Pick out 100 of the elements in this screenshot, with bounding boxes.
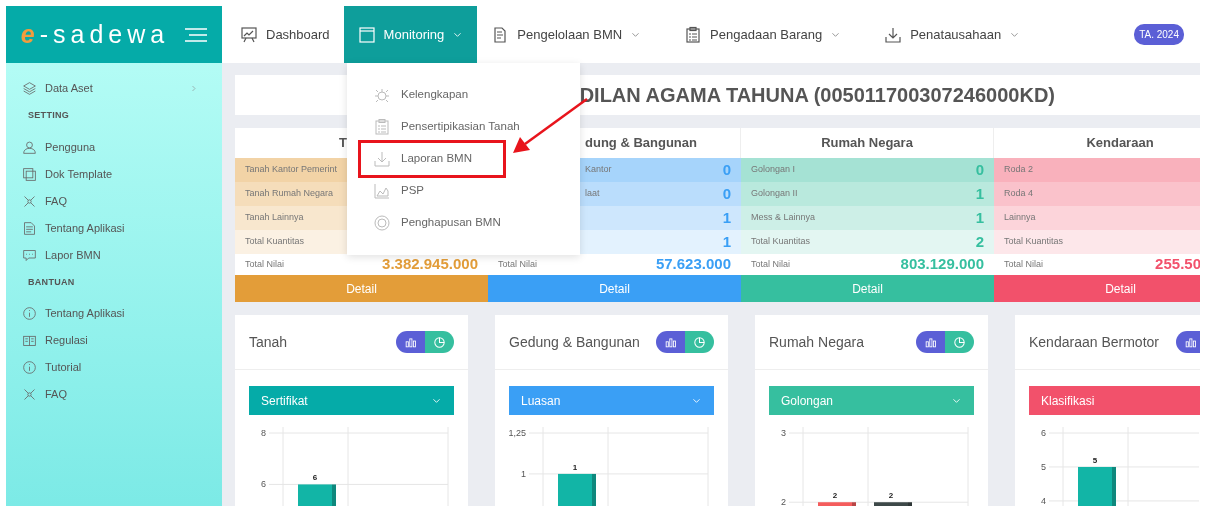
pie-chart-icon	[693, 335, 706, 349]
total-value: 57.623.000	[655, 254, 731, 275]
pie-chart-toggle[interactable]	[945, 331, 974, 353]
pie-chart-toggle[interactable]	[685, 331, 714, 353]
bar-chart-icon	[664, 335, 677, 349]
bar	[1078, 466, 1116, 506]
bug-icon	[373, 86, 391, 104]
total-value: 803.129.000	[900, 254, 984, 275]
bar	[298, 484, 336, 506]
bar	[558, 473, 596, 506]
info-icon	[22, 306, 37, 321]
row-label: Total Kuantitas	[245, 235, 305, 249]
chart-title: Tanah	[249, 332, 288, 352]
chat-icon	[22, 247, 37, 263]
total-value: 3.382.945.000	[382, 254, 478, 275]
section-label: SETTING	[27, 109, 71, 122]
bar-chart-icon	[1184, 335, 1197, 349]
menu-item[interactable]: Kelengkapan	[347, 79, 580, 111]
row-value: 0	[722, 159, 731, 180]
sidebar-item[interactable]: Tutorial	[6, 354, 222, 381]
user-icon	[22, 139, 37, 155]
row-label: Tanah Lainnya	[245, 211, 304, 225]
total-label: Total Nilai	[498, 257, 537, 271]
bar-chart-icon	[404, 335, 417, 349]
row-value: 1	[975, 183, 984, 204]
row-label: Total Kuantitas	[751, 235, 811, 249]
dropdown-select[interactable]: Klasifikasi	[1029, 386, 1200, 415]
bar-chart-toggle[interactable]	[396, 331, 425, 353]
row-label: Tanah Rumah Negara	[245, 187, 334, 201]
total-value: 255.50	[1155, 254, 1200, 275]
row-label: Lainnya	[1004, 211, 1036, 225]
data-label: 6	[312, 473, 318, 483]
axis-tick-label: 4	[1041, 495, 1046, 506]
book-icon	[22, 333, 37, 348]
pages-icon	[22, 166, 37, 182]
row-value: 0	[975, 159, 984, 180]
sidebar-item[interactable]: Data Aset	[6, 75, 222, 102]
row-label: Kantor	[585, 163, 612, 177]
pie-chart-icon	[433, 335, 446, 349]
nav-tab[interactable]: Penatausahaan	[870, 6, 1035, 63]
data-label: 2	[888, 491, 894, 501]
chart-title: Rumah Negara	[769, 332, 864, 352]
data-label: 2	[832, 491, 838, 501]
row-label: Golongan I	[751, 163, 796, 177]
nav-tab[interactable]: Pengadaan Barang	[670, 6, 856, 63]
nav-tab[interactable]: Monitoring	[343, 6, 478, 63]
menu-item[interactable]: Penghapusan BMN	[347, 207, 580, 239]
data-label: 5	[1092, 455, 1098, 465]
clip-icon	[373, 118, 391, 136]
sidebar-item[interactable]: FAQ	[6, 381, 222, 408]
data-label: 1	[572, 462, 578, 472]
network-icon	[22, 387, 37, 402]
column-header: Kendaraan	[994, 128, 1200, 158]
bar-chart-icon	[924, 335, 937, 349]
total-label: Total Nilai	[245, 257, 284, 271]
chart-title: Gedung & Bangunan	[509, 332, 640, 352]
sidebar-item[interactable]: FAQ	[6, 187, 222, 215]
axis-tick-label: 8	[261, 428, 266, 438]
row-label: laat	[585, 187, 600, 201]
bar-chart-toggle[interactable]	[916, 331, 945, 353]
chart-icon	[240, 25, 258, 44]
row-label: Tanah Kantor Pemerint	[245, 163, 338, 177]
info-icon	[22, 360, 37, 375]
row-value: 1	[722, 207, 731, 228]
row-label: Golongan II	[751, 187, 798, 201]
axis-tick-label: 6	[261, 479, 266, 490]
bar-chart-toggle[interactable]	[656, 331, 685, 353]
sidebar-item[interactable]: Pengguna	[6, 133, 222, 161]
pie-chart-icon	[953, 335, 966, 349]
total-label: Total Nilai	[751, 257, 790, 271]
sidebar-item[interactable]: Tentang Aplikasi	[6, 300, 222, 327]
sidebar-item[interactable]: Tentang Aplikasi	[6, 214, 222, 242]
bar-chart-toggle[interactable]	[1176, 331, 1200, 353]
row-label: Roda 2	[1004, 163, 1034, 177]
axis-tick-label: 6	[1041, 428, 1046, 438]
pie-chart-toggle[interactable]	[425, 331, 454, 353]
file-icon	[22, 220, 37, 236]
section-label: BANTUAN	[27, 275, 76, 289]
detail-button[interactable]: Detail	[994, 275, 1200, 302]
year-badge: TA. 2024	[1134, 24, 1184, 45]
row-label: Mess & Lainnya	[751, 211, 816, 225]
total-label: Total Nilai	[1004, 257, 1043, 271]
sidebar-item[interactable]: Dok Template	[6, 160, 222, 188]
sidebar-item[interactable]: Lapor BMN	[6, 241, 222, 269]
window-icon	[357, 25, 376, 44]
row-value: 2	[975, 231, 984, 252]
layers-icon	[22, 81, 37, 96]
row-value: 1	[722, 231, 731, 252]
column-header: Rumah Negara	[741, 128, 994, 158]
axis-tick-label: 5	[1041, 461, 1046, 472]
clip-icon	[684, 25, 703, 44]
network-icon	[22, 193, 37, 209]
row-label: Roda 4	[1004, 187, 1034, 201]
nav-tab[interactable]: Pengelolaan BMN	[477, 6, 656, 63]
nav-tab[interactable]: Dashboard	[226, 6, 344, 63]
axis-tick-label: 3	[781, 428, 786, 438]
menu-item[interactable]: PSP	[347, 175, 580, 207]
row-label: Total Kuantitas	[1004, 235, 1064, 249]
disc-icon	[373, 214, 391, 232]
sidebar-item[interactable]: Regulasi	[6, 327, 222, 354]
